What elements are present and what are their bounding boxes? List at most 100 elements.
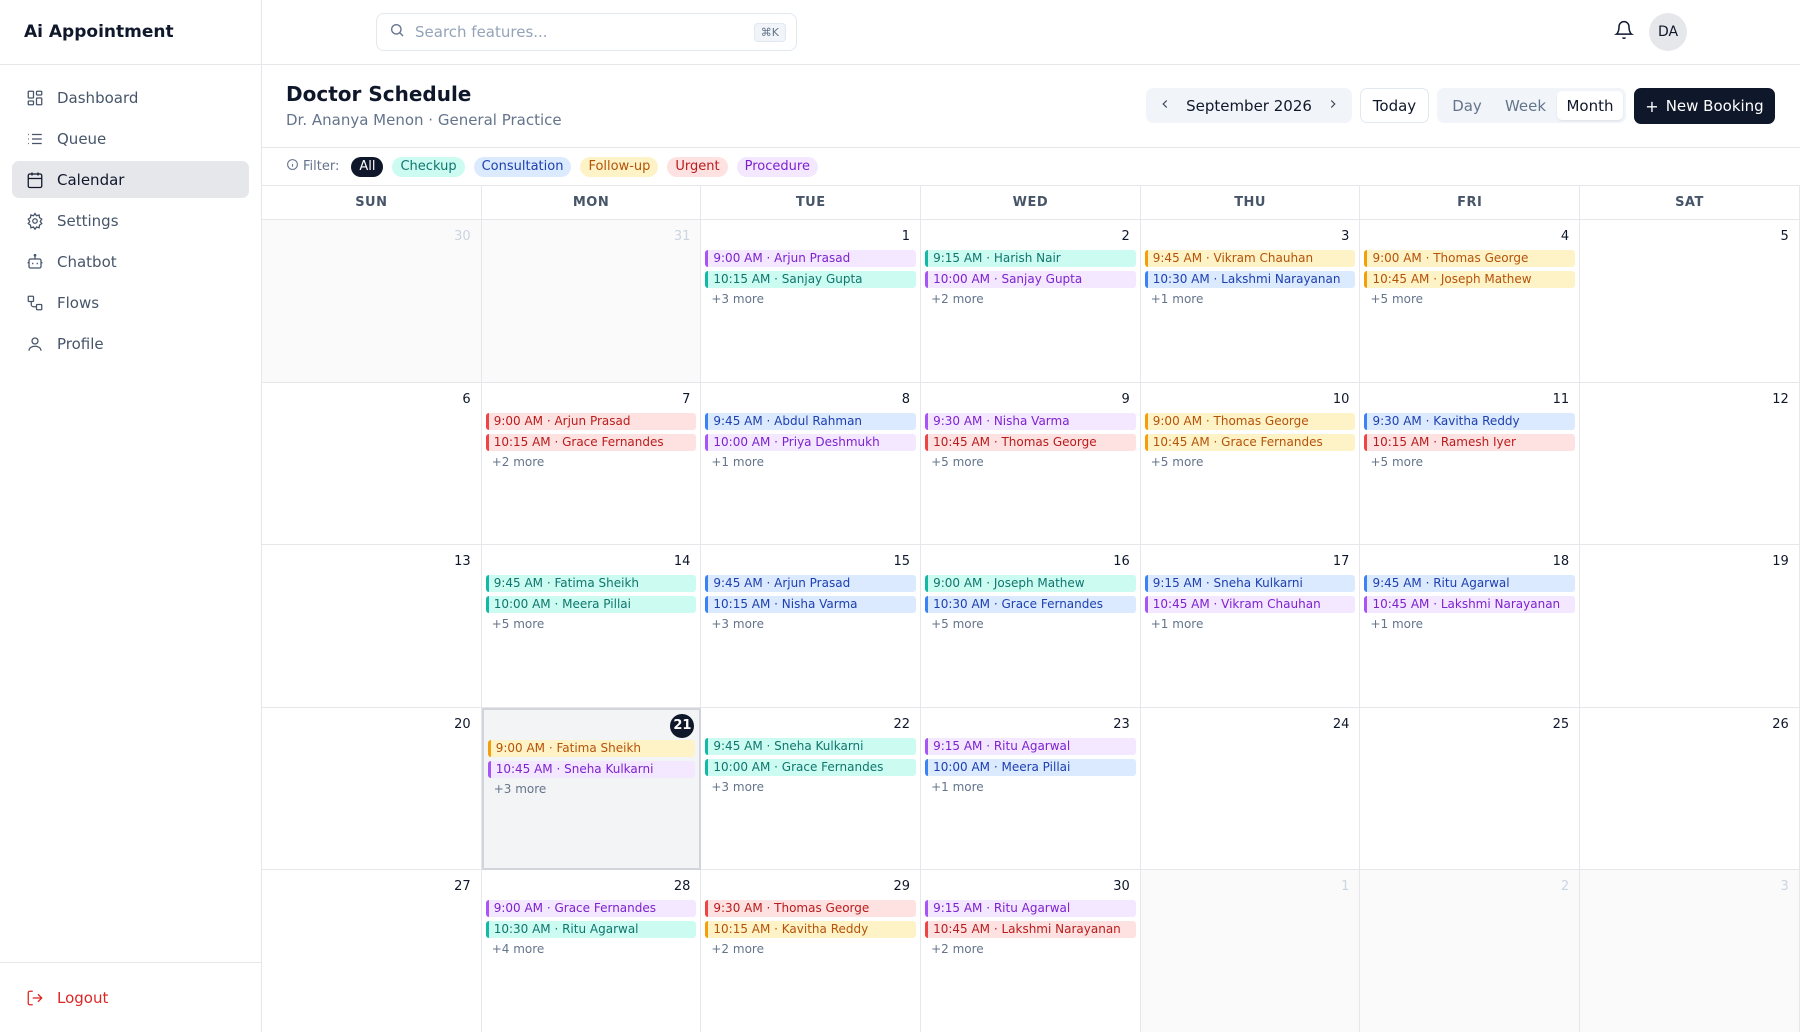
more-events-link[interactable]: +2 more: [925, 292, 1136, 306]
appointment-event[interactable]: 9:15 AM · Sneha Kulkarni: [1144, 575, 1356, 593]
appointment-event[interactable]: 9:45 AM · Arjun Prasad: [705, 575, 917, 593]
appointment-event[interactable]: 9:15 AM · Ritu Agarwal: [925, 900, 1136, 918]
more-events-link[interactable]: +3 more: [705, 292, 916, 306]
more-events-link[interactable]: +1 more: [1145, 292, 1356, 306]
sidebar-item-queue[interactable]: Queue: [12, 120, 249, 157]
day-cell[interactable]: 2 9:15 AM · Harish Nair 10:00 AM · Sanjay …: [921, 220, 1141, 383]
appointment-event[interactable]: 10:45 AM · Joseph Mathew: [1364, 271, 1576, 288]
filter-chip-procedure[interactable]: Procedure: [736, 156, 818, 177]
day-cell[interactable]: 21 9:00 AM · Fatima Sheikh 10:45 AM · Sneh…: [481, 707, 702, 871]
appointment-event[interactable]: 9:45 AM · Vikram Chauhan: [1144, 250, 1356, 267]
day-cell[interactable]: 22 9:45 AM · Sneha Kulkarni 10:00 AM · Gra…: [701, 707, 922, 871]
day-cell[interactable]: 5: [1580, 220, 1800, 383]
day-cell[interactable]: 7 9:00 AM · Arjun Prasad 10:15 AM · Grace …: [481, 382, 702, 546]
appointment-event[interactable]: 9:45 AM · Fatima Sheikh: [485, 575, 697, 593]
appointment-event[interactable]: 10:45 AM · Lakshmi Narayanan: [925, 921, 1136, 939]
prev-month-button[interactable]: [1156, 97, 1174, 115]
day-cell[interactable]: 10 9:00 AM · Thomas George 10:45 AM · Grac…: [1140, 382, 1361, 546]
appointment-event[interactable]: 9:00 AM · Fatima Sheikh: [487, 739, 696, 757]
day-cell[interactable]: 27: [262, 870, 482, 1032]
today-button[interactable]: Today: [1360, 88, 1429, 123]
more-events-link[interactable]: +2 more: [486, 455, 697, 469]
appointment-event[interactable]: 9:45 AM · Abdul Rahman: [705, 412, 917, 430]
sidebar-item-calendar[interactable]: Calendar: [12, 161, 249, 198]
filter-chip-all[interactable]: All: [351, 156, 384, 177]
view-day-button[interactable]: Day: [1440, 91, 1494, 120]
day-cell[interactable]: 18 9:45 AM · Ritu Agarwal 10:45 AM · Laksh…: [1360, 545, 1581, 708]
new-booking-button[interactable]: + New Booking: [1634, 88, 1775, 124]
search-input[interactable]: [415, 23, 754, 41]
appointment-event[interactable]: 10:00 AM · Meera Pillai: [485, 596, 697, 614]
appointment-event[interactable]: 10:45 AM · Thomas George: [925, 433, 1136, 451]
more-events-link[interactable]: +1 more: [925, 780, 1136, 794]
more-events-link[interactable]: +5 more: [925, 455, 1136, 469]
day-cell[interactable]: 3 9:45 AM · Vikram Chauhan 10:30 AM · Laks…: [1140, 220, 1361, 383]
more-events-link[interactable]: +3 more: [705, 780, 916, 794]
logout-button[interactable]: Logout: [12, 979, 249, 1016]
more-events-link[interactable]: +1 more: [705, 455, 916, 469]
day-cell[interactable]: 16 9:00 AM · Joseph Mathew 10:30 AM · Grac…: [921, 545, 1141, 708]
day-cell[interactable]: 1 9:00 AM · Arjun Prasad 10:15 AM · Sanjay…: [701, 220, 922, 383]
appointment-event[interactable]: 9:45 AM · Sneha Kulkarni: [705, 737, 917, 755]
day-cell[interactable]: 12: [1580, 382, 1800, 546]
appointment-event[interactable]: 10:30 AM · Lakshmi Narayanan: [1144, 271, 1356, 288]
search-box[interactable]: ⌘K: [376, 13, 797, 51]
appointment-event[interactable]: 9:00 AM · Thomas George: [1364, 250, 1576, 267]
appointment-event[interactable]: 9:30 AM · Nisha Varma: [925, 412, 1136, 430]
more-events-link[interactable]: +2 more: [925, 942, 1136, 956]
appointment-event[interactable]: 10:30 AM · Ritu Agarwal: [485, 921, 697, 939]
day-cell[interactable]: 14 9:45 AM · Fatima Sheikh 10:00 AM · Meer…: [481, 545, 702, 708]
appointment-event[interactable]: 10:15 AM · Sanjay Gupta: [705, 271, 917, 288]
more-events-link[interactable]: +5 more: [1364, 455, 1575, 469]
appointment-event[interactable]: 10:15 AM · Grace Fernandes: [485, 433, 697, 451]
day-cell[interactable]: 11 9:30 AM · Kavitha Reddy 10:15 AM · Rame…: [1360, 382, 1581, 546]
day-cell[interactable]: 17 9:15 AM · Sneha Kulkarni 10:45 AM · Vik…: [1140, 545, 1361, 708]
appointment-event[interactable]: 10:15 AM · Ramesh Iyer: [1364, 433, 1576, 451]
day-cell[interactable]: 25: [1360, 707, 1581, 871]
day-cell[interactable]: 9 9:30 AM · Nisha Varma 10:45 AM · Thomas …: [921, 382, 1141, 546]
day-cell[interactable]: 20: [262, 707, 482, 871]
appointment-event[interactable]: 9:00 AM · Thomas George: [1144, 412, 1356, 430]
day-cell[interactable]: 3: [1580, 870, 1800, 1032]
appointment-event[interactable]: 9:45 AM · Ritu Agarwal: [1364, 575, 1576, 593]
appointment-event[interactable]: 9:30 AM · Thomas George: [705, 900, 917, 918]
more-events-link[interactable]: +3 more: [705, 617, 916, 631]
day-cell[interactable]: 30: [262, 220, 482, 383]
sidebar-item-settings[interactable]: Settings: [12, 202, 249, 239]
more-events-link[interactable]: +1 more: [1364, 617, 1575, 631]
day-cell[interactable]: 15 9:45 AM · Arjun Prasad 10:15 AM · Nisha…: [701, 545, 922, 708]
day-cell[interactable]: 6: [262, 382, 482, 546]
appointment-event[interactable]: 10:00 AM · Meera Pillai: [925, 758, 1136, 776]
appointment-event[interactable]: 10:30 AM · Grace Fernandes: [925, 596, 1136, 614]
appointment-event[interactable]: 10:00 AM · Grace Fernandes: [705, 758, 917, 776]
appointment-event[interactable]: 10:00 AM · Sanjay Gupta: [925, 271, 1136, 288]
day-cell[interactable]: 29 9:30 AM · Thomas George 10:15 AM · Kavi…: [701, 870, 922, 1032]
appointment-event[interactable]: 9:00 AM · Grace Fernandes: [485, 900, 697, 918]
day-cell[interactable]: 8 9:45 AM · Abdul Rahman 10:00 AM · Priya …: [701, 382, 922, 546]
more-events-link[interactable]: +5 more: [486, 617, 697, 631]
more-events-link[interactable]: +3 more: [488, 782, 696, 796]
avatar[interactable]: DA: [1649, 13, 1687, 51]
appointment-event[interactable]: 9:00 AM · Joseph Mathew: [925, 575, 1136, 593]
day-cell[interactable]: 28 9:00 AM · Grace Fernandes 10:30 AM · Ri…: [481, 870, 702, 1032]
day-cell[interactable]: 19: [1580, 545, 1800, 708]
view-week-button[interactable]: Week: [1494, 91, 1557, 120]
more-events-link[interactable]: +5 more: [1364, 292, 1575, 306]
appointment-event[interactable]: 9:15 AM · Harish Nair: [925, 250, 1136, 267]
day-cell[interactable]: 30 9:15 AM · Ritu Agarwal 10:45 AM · Laksh…: [921, 870, 1141, 1032]
sidebar-item-flows[interactable]: Flows: [12, 284, 249, 321]
more-events-link[interactable]: +5 more: [925, 617, 1136, 631]
sidebar-item-chatbot[interactable]: Chatbot: [12, 243, 249, 280]
notifications-button[interactable]: [1612, 20, 1636, 44]
more-events-link[interactable]: +2 more: [705, 942, 916, 956]
filter-chip-urgent[interactable]: Urgent: [667, 156, 728, 177]
day-cell[interactable]: 2: [1360, 870, 1581, 1032]
filter-chip-checkup[interactable]: Checkup: [392, 156, 465, 177]
appointment-event[interactable]: 10:45 AM · Vikram Chauhan: [1144, 596, 1356, 614]
day-cell[interactable]: 31: [481, 220, 702, 383]
filter-chip-consultation[interactable]: Consultation: [473, 156, 572, 177]
appointment-event[interactable]: 9:30 AM · Kavitha Reddy: [1364, 412, 1576, 430]
day-cell[interactable]: 13: [262, 545, 482, 708]
appointment-event[interactable]: 10:00 AM · Priya Deshmukh: [705, 433, 917, 451]
appointment-event[interactable]: 10:45 AM · Sneha Kulkarni: [487, 760, 696, 778]
